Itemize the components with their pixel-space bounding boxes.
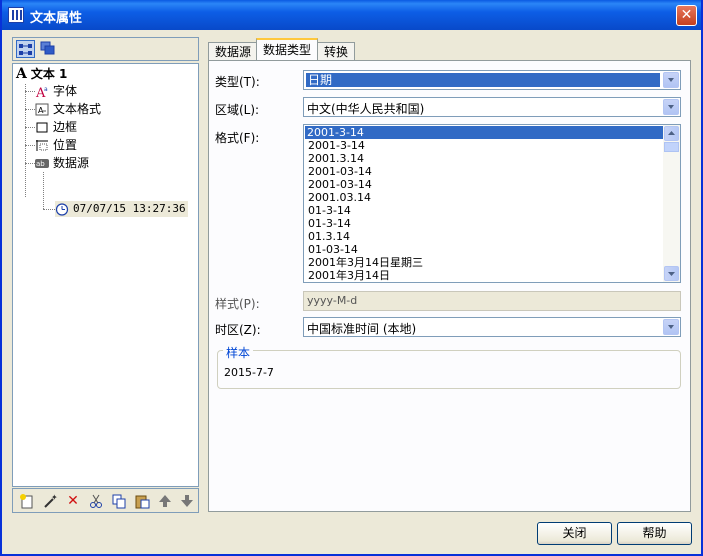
- clock-icon: [55, 202, 69, 216]
- list-item[interactable]: 2001年3月14日: [306, 269, 392, 282]
- layers-icon[interactable]: [39, 40, 58, 58]
- list-item[interactable]: 2001-03-14: [306, 178, 374, 191]
- list-item[interactable]: 2001年3月14日星期三: [306, 256, 425, 269]
- list-item[interactable]: 2001-03-14: [306, 165, 374, 178]
- tab-data-source[interactable]: 数据源: [208, 42, 259, 60]
- tree-item-position[interactable]: 位置: [35, 137, 77, 153]
- svg-text:a: a: [44, 86, 48, 93]
- tree-item-text-format[interactable]: A 文本格式: [35, 101, 101, 117]
- data-source-icon: ab: [35, 157, 49, 170]
- down-arrow-icon[interactable]: [179, 493, 195, 509]
- sample-group: [217, 350, 681, 389]
- sample-title: 样本: [223, 344, 254, 361]
- title-bar[interactable]: 文本属性 ✕: [2, 0, 701, 30]
- region-select[interactable]: 中文(中华人民共和国): [303, 97, 681, 117]
- tree-item-data-source[interactable]: ab 数据源: [35, 155, 89, 171]
- style-field: yyyy-M-d: [303, 291, 681, 311]
- tree-view-icon[interactable]: [16, 40, 35, 58]
- chevron-down-icon[interactable]: [663, 319, 679, 335]
- tree-item-font[interactable]: Aa 字体: [35, 83, 77, 101]
- type-select-value: 日期: [306, 73, 660, 87]
- tab-data-type[interactable]: 数据类型: [256, 38, 319, 60]
- position-icon: [35, 139, 49, 152]
- left-panel: A 文本 1 Aa 字体 A 文本格式 边框 位置 ab 数据源 07/07/15 13…: [12, 37, 199, 513]
- help-button[interactable]: 帮助: [617, 522, 692, 545]
- list-item[interactable]: 2001-3-14: [306, 139, 367, 152]
- timezone-select[interactable]: 中国标准时间 (本地): [303, 317, 681, 337]
- format-scrollbar[interactable]: [663, 125, 680, 282]
- list-item[interactable]: 01-03-14: [306, 243, 360, 256]
- timezone-label: 时区(Z):: [215, 323, 261, 337]
- style-label: 样式(P):: [215, 297, 260, 311]
- scroll-thumb[interactable]: [664, 142, 679, 152]
- font-icon: Aa: [35, 85, 49, 101]
- list-item[interactable]: 01-3-14: [306, 217, 353, 230]
- list-item[interactable]: 01-3-14: [306, 204, 353, 217]
- scroll-up-icon[interactable]: [664, 126, 679, 141]
- cut-icon[interactable]: [88, 493, 104, 509]
- region-select-value: 中文(中华人民共和国): [307, 102, 425, 116]
- close-window-button[interactable]: ✕: [676, 5, 697, 26]
- timezone-select-value: 中国标准时间 (本地): [307, 322, 417, 336]
- paste-icon[interactable]: [134, 493, 150, 509]
- chevron-down-icon[interactable]: [663, 72, 679, 88]
- tree-item-datetime[interactable]: 07/07/15 13:27:36: [55, 201, 188, 217]
- close-button[interactable]: 关闭: [537, 522, 612, 545]
- sample-value: 2015-7-7: [224, 366, 274, 379]
- copy-icon[interactable]: [111, 493, 127, 509]
- type-select[interactable]: 日期: [303, 70, 681, 90]
- scroll-down-icon[interactable]: [664, 266, 679, 281]
- tree-root[interactable]: A 文本 1: [16, 66, 67, 82]
- svg-text:✦: ✦: [51, 493, 58, 502]
- list-item[interactable]: 2001-3-14: [305, 126, 664, 139]
- wand-icon[interactable]: ✦: [42, 493, 58, 509]
- svg-text:ab: ab: [36, 160, 45, 168]
- chevron-down-icon[interactable]: [663, 99, 679, 115]
- window-title: 文本属性: [30, 11, 83, 26]
- type-label: 类型(T):: [215, 75, 260, 89]
- bottom-toolbar: ✦ ✕: [12, 488, 199, 513]
- format-label: 格式(F):: [215, 131, 260, 145]
- region-label: 区域(L):: [215, 103, 260, 117]
- tree-item-border[interactable]: 边框: [35, 119, 77, 135]
- new-icon[interactable]: [19, 493, 35, 509]
- property-tree[interactable]: A 文本 1 Aa 字体 A 文本格式 边框 位置 ab 数据源 07/07/15 13…: [12, 63, 199, 487]
- list-item[interactable]: 2001.03.14: [306, 191, 373, 204]
- tab-convert[interactable]: 转换: [317, 42, 356, 60]
- list-item[interactable]: 01.3.14: [306, 230, 352, 243]
- text-a-icon: A: [16, 66, 27, 82]
- border-icon: [35, 121, 49, 134]
- dialog-window: 文本属性 ✕ A 文本 1 Aa 字体 A 文本格式 边框 位置 ab 数据源 …: [0, 0, 703, 556]
- list-item[interactable]: 2001.3.14: [306, 152, 366, 165]
- format-listbox[interactable]: 2001-3-14 2001-3-14 2001.3.14 2001-03-14…: [303, 124, 681, 283]
- delete-icon[interactable]: ✕: [65, 493, 81, 509]
- app-icon: [8, 7, 24, 23]
- up-arrow-icon[interactable]: [157, 493, 173, 509]
- text-format-icon: A: [35, 103, 49, 116]
- left-toolbar: [12, 37, 199, 61]
